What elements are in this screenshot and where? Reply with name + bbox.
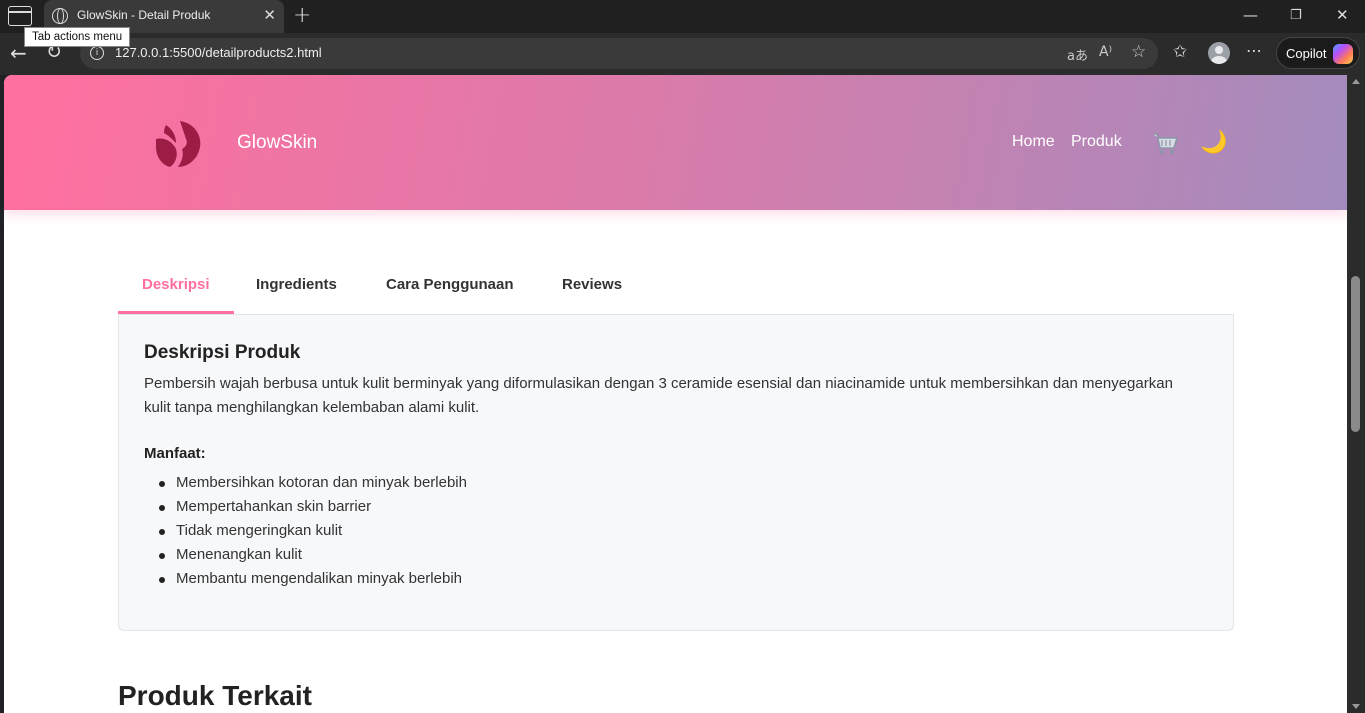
read-aloud-icon[interactable]: A⁾ (1099, 44, 1112, 60)
copilot-label: Copilot (1286, 46, 1327, 61)
browser-tab-bar: GlowSkin - Detail Produk ✕ + — ❐ ✕ (0, 0, 1365, 33)
page-viewport: GlowSkin Home Produk 🌙 Deskripsi Ingredi… (4, 75, 1347, 713)
benefits-label: Manfaat: (144, 445, 206, 462)
cart-icon[interactable] (1151, 129, 1179, 157)
tab-actions-icon[interactable] (8, 6, 32, 26)
profile-avatar[interactable] (1208, 42, 1230, 64)
copilot-button[interactable]: Copilot (1276, 37, 1360, 69)
tab-deskripsi[interactable]: Deskripsi (118, 265, 234, 314)
scrollbar-thumb[interactable] (1351, 276, 1360, 432)
benefits-list: Membersihkan kotoran dan minyak berlebih… (159, 471, 467, 591)
minimize-icon[interactable]: — (1243, 6, 1258, 24)
url-text[interactable]: 127.0.0.1:5500/detailproducts2.html (115, 45, 322, 60)
more-options-icon[interactable]: ⋯ (1246, 41, 1262, 60)
favorite-star-icon[interactable]: ☆ (1131, 42, 1146, 62)
tab-reviews[interactable]: Reviews (538, 265, 646, 314)
nav-produk-link[interactable]: Produk (1071, 133, 1122, 151)
related-products-title: Produk Terkait (118, 680, 312, 711)
description-panel: Deskripsi Produk Pembersih wajah berbusa… (118, 314, 1234, 631)
tab-actions-tooltip: Tab actions menu (24, 27, 131, 47)
copilot-icon (1333, 44, 1353, 64)
brand-name[interactable]: GlowSkin (237, 132, 317, 154)
dark-mode-moon-icon[interactable]: 🌙 (1200, 130, 1227, 155)
description-title: Deskripsi Produk (144, 342, 301, 363)
benefit-item: Mempertahankan skin barrier (159, 495, 467, 519)
favorites-icon[interactable]: ✩ (1173, 42, 1187, 62)
address-bar[interactable]: i 127.0.0.1:5500/detailproducts2.html aあ… (80, 38, 1158, 69)
glowskin-logo-icon (156, 121, 201, 167)
close-tab-icon[interactable]: ✕ (263, 6, 276, 24)
browser-toolbar: ← ↻ i 127.0.0.1:5500/detailproducts2.htm… (0, 33, 1365, 75)
page-scrollbar[interactable] (1347, 75, 1365, 713)
tab-cara-penggunaan[interactable]: Cara Penggunaan (362, 265, 538, 314)
description-text: Pembersih wajah berbusa untuk kulit berm… (144, 375, 1173, 416)
site-header: GlowSkin Home Produk 🌙 (4, 75, 1347, 210)
new-tab-icon[interactable]: + (293, 3, 311, 28)
benefit-item: Membantu mengendalikan minyak berlebih (159, 567, 467, 591)
site-info-icon[interactable]: i (90, 46, 104, 60)
tab-title: GlowSkin - Detail Produk (77, 8, 211, 22)
benefit-item: Tidak mengeringkan kulit (159, 519, 467, 543)
restore-icon[interactable]: ❐ (1290, 8, 1302, 23)
tab-ingredients[interactable]: Ingredients (232, 265, 361, 314)
benefit-item: Membersihkan kotoran dan minyak berlebih (159, 471, 467, 495)
translate-icon[interactable]: aあ (1067, 45, 1088, 64)
product-tabs: Deskripsi Ingredients Cara Penggunaan Re… (118, 265, 1234, 314)
window-close-icon[interactable]: ✕ (1336, 6, 1349, 24)
scroll-up-icon[interactable] (1352, 79, 1360, 84)
globe-icon (52, 8, 68, 24)
scroll-down-icon[interactable] (1352, 704, 1360, 709)
benefit-item: Menenangkan kulit (159, 543, 467, 567)
nav-home-link[interactable]: Home (1012, 133, 1055, 151)
